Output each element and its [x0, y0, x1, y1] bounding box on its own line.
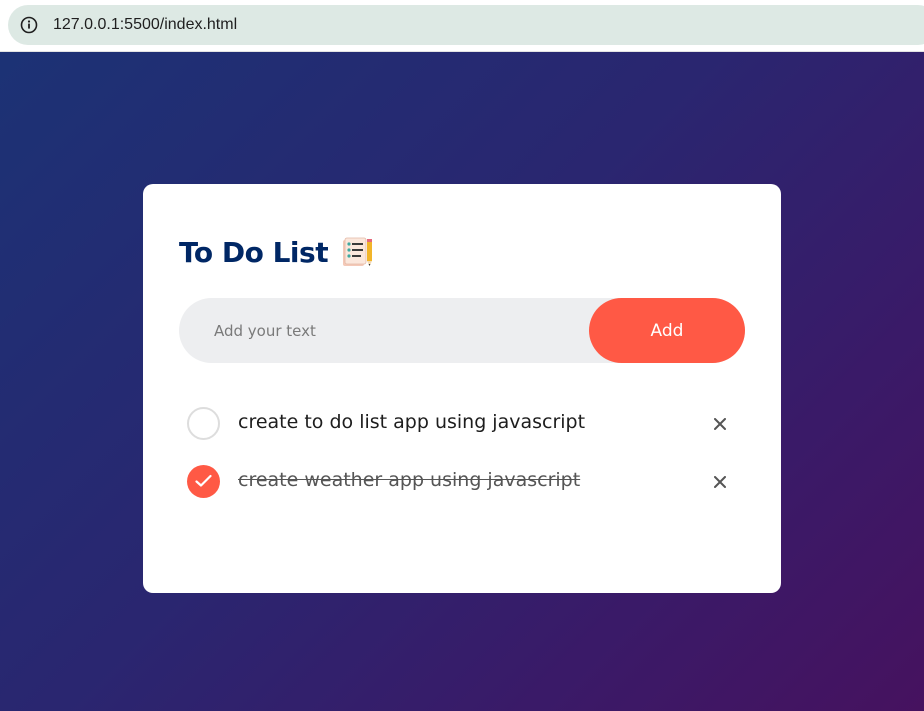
address-bar[interactable]: 127.0.0.1:5500/index.html [8, 5, 924, 45]
close-icon [714, 476, 726, 488]
delete-task-button[interactable] [707, 411, 733, 437]
add-task-row: Add [179, 298, 745, 363]
info-icon[interactable] [20, 16, 38, 34]
task-item[interactable]: create to do list app using javascript [187, 404, 747, 444]
title-row: To Do List [179, 232, 374, 272]
task-item[interactable]: create weather app using javascript [187, 462, 747, 502]
checked-circle-icon[interactable] [187, 465, 220, 498]
task-label[interactable]: create weather app using javascript [238, 469, 580, 491]
close-icon [714, 418, 726, 430]
unchecked-circle-icon[interactable] [187, 407, 220, 440]
checkmark-icon [195, 474, 212, 487]
task-input[interactable] [179, 298, 579, 363]
add-button[interactable]: Add [589, 298, 745, 363]
notepad-pencil-icon [343, 237, 373, 266]
todo-card: To Do List Add create to do list app usi… [143, 184, 781, 593]
page-title: To Do List [179, 235, 329, 269]
url-text[interactable]: 127.0.0.1:5500/index.html [53, 15, 237, 35]
delete-task-button[interactable] [707, 469, 733, 495]
browser-toolbar: 127.0.0.1:5500/index.html [0, 0, 924, 52]
task-label[interactable]: create to do list app using javascript [238, 411, 585, 433]
